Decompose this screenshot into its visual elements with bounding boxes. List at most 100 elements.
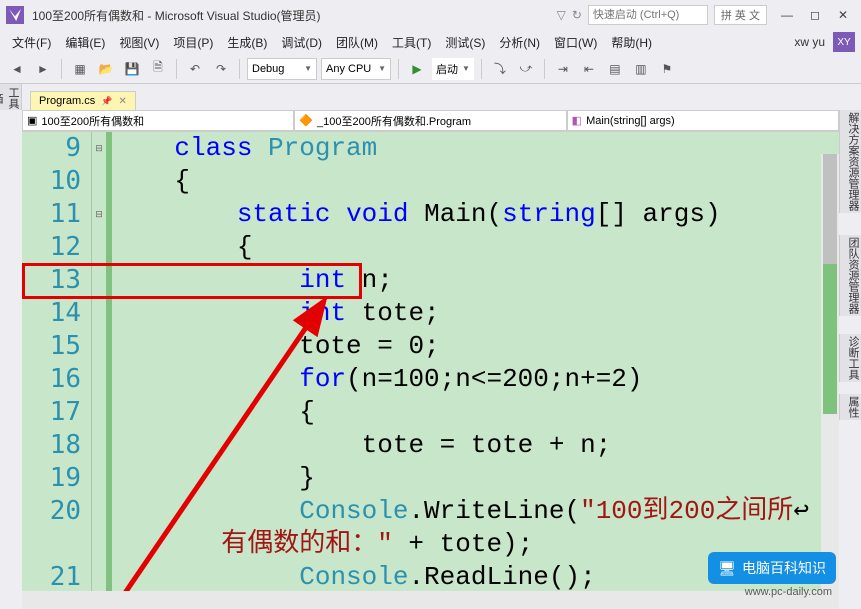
vertical-scrollbar[interactable] xyxy=(821,154,839,591)
config-combo[interactable]: Debug▼ xyxy=(247,58,317,80)
watermark: 🖥电脑百科知识 www.pc-daily.com xyxy=(708,552,836,584)
line-number: 10 xyxy=(22,165,81,198)
nav-member[interactable]: ◧Main(string[] args) xyxy=(567,110,839,131)
tab-title: Program.cs xyxy=(39,95,95,107)
line-number: 11 xyxy=(22,198,81,231)
line-number: 15 xyxy=(22,330,81,363)
code-line[interactable]: Console.WriteLine("100到200之间所↩ xyxy=(112,495,839,528)
close-button[interactable]: ✕ xyxy=(831,5,855,25)
fold-marker[interactable] xyxy=(92,495,106,528)
comment-icon[interactable]: ▤ xyxy=(604,58,626,80)
cloud-icon[interactable]: ▽ xyxy=(557,8,566,22)
line-number: 17 xyxy=(22,396,81,429)
fold-marker[interactable]: ⊟ xyxy=(92,198,106,231)
fold-marker[interactable] xyxy=(92,429,106,462)
refresh-icon[interactable]: ↻ xyxy=(572,8,582,22)
fold-marker[interactable] xyxy=(92,528,106,561)
step-into-icon[interactable]: ⤵ xyxy=(489,58,511,80)
nav-bar: ▣100至200所有偶数和 🔶_100至200所有偶数和.Program ◧Ma… xyxy=(22,110,839,132)
file-tab[interactable]: Program.cs 📌 ✕ xyxy=(30,91,136,110)
menu-item[interactable]: 生成(B) xyxy=(221,32,273,53)
code-line[interactable]: class Program xyxy=(112,132,839,165)
fold-marker[interactable] xyxy=(92,363,106,396)
fold-marker[interactable] xyxy=(92,297,106,330)
right-tool-tab[interactable]: 解决方案资源管理器 xyxy=(839,110,861,213)
platform-combo[interactable]: Any CPU▼ xyxy=(321,58,391,80)
code-line[interactable]: } xyxy=(112,462,839,495)
line-number: 20 xyxy=(22,495,81,528)
window-title: 100至200所有偶数和 - Microsoft Visual Studio(管… xyxy=(32,7,321,24)
titlebar: 100至200所有偶数和 - Microsoft Visual Studio(管… xyxy=(0,0,861,30)
redo-button[interactable]: ↷ xyxy=(210,58,232,80)
menu-item[interactable]: 项目(P) xyxy=(167,32,219,53)
code-line[interactable]: { xyxy=(112,231,839,264)
toolbar: ◄ ► ▦ 📂 💾 🗎 ↶ ↷ Debug▼ Any CPU▼ ▶ 启动▼ ⤵ … xyxy=(0,54,861,84)
horizontal-scrollbar[interactable] xyxy=(22,591,839,609)
tab-strip: 工具箱 Program.cs 📌 ✕ xyxy=(0,84,861,110)
annotation-box xyxy=(22,263,362,299)
quick-launch-input[interactable] xyxy=(588,5,708,25)
start-button[interactable]: 启动▼ xyxy=(432,58,474,80)
menu-item[interactable]: 团队(M) xyxy=(330,32,384,53)
right-tool-tab[interactable]: 属性 xyxy=(839,394,861,420)
indent-icon[interactable]: ⇥ xyxy=(552,58,574,80)
nav-class[interactable]: 🔶_100至200所有偶数和.Program xyxy=(294,110,566,131)
account-name[interactable]: xw yu xyxy=(794,35,825,49)
code-line[interactable]: static void Main(string[] args) xyxy=(112,198,839,231)
account-badge[interactable]: XY xyxy=(833,32,855,52)
fold-marker[interactable]: ⊟ xyxy=(92,132,106,165)
line-number: 16 xyxy=(22,363,81,396)
vs-logo-icon xyxy=(6,6,24,24)
minimize-button[interactable]: — xyxy=(775,5,799,25)
left-toolbox-tab[interactable]: 工具箱 xyxy=(0,84,22,110)
back-button[interactable]: ◄ xyxy=(6,58,28,80)
menu-item[interactable]: 窗口(W) xyxy=(548,32,603,53)
line-number: 18 xyxy=(22,429,81,462)
line-number xyxy=(22,528,81,561)
code-line[interactable]: tote = tote + n; xyxy=(112,429,839,462)
menu-item[interactable]: 帮助(H) xyxy=(605,32,658,53)
monitor-icon: 🖥 xyxy=(718,560,736,577)
start-icon: ▶ xyxy=(406,58,428,80)
menu-item[interactable]: 测试(S) xyxy=(439,32,491,53)
save-all-icon[interactable]: 🗎 xyxy=(147,58,169,80)
bookmark-icon[interactable]: ⚑ xyxy=(656,58,678,80)
fold-marker[interactable] xyxy=(92,396,106,429)
right-tool-tab[interactable]: 诊断工具 xyxy=(839,334,861,382)
fold-marker[interactable] xyxy=(92,165,106,198)
nav-project[interactable]: ▣100至200所有偶数和 xyxy=(22,110,294,131)
uncomment-icon[interactable]: ▥ xyxy=(630,58,652,80)
menu-item[interactable]: 分析(N) xyxy=(493,32,546,53)
menu-item[interactable]: 编辑(E) xyxy=(59,32,111,53)
code-line[interactable]: { xyxy=(112,165,839,198)
forward-button[interactable]: ► xyxy=(32,58,54,80)
new-project-icon[interactable]: ▦ xyxy=(69,58,91,80)
ime-indicator[interactable]: 拼 英 文 xyxy=(714,5,767,25)
line-number: 19 xyxy=(22,462,81,495)
code-line[interactable]: { xyxy=(112,396,839,429)
code-line[interactable]: int tote; xyxy=(112,297,839,330)
fold-marker[interactable] xyxy=(92,561,106,594)
maximize-button[interactable]: ◻ xyxy=(803,5,827,25)
undo-button[interactable]: ↶ xyxy=(184,58,206,80)
fold-marker[interactable] xyxy=(92,330,106,363)
pin-icon[interactable]: 📌 xyxy=(101,96,112,107)
code-line[interactable]: tote = 0; xyxy=(112,330,839,363)
menu-item[interactable]: 文件(F) xyxy=(6,32,57,53)
save-icon[interactable]: 💾 xyxy=(121,58,143,80)
fold-marker[interactable] xyxy=(92,231,106,264)
menubar: 文件(F)编辑(E)视图(V)项目(P)生成(B)调试(D)团队(M)工具(T)… xyxy=(0,30,861,54)
code-editor[interactable]: 910111213141516171819202122 ⊟⊟ class Pro… xyxy=(22,132,839,609)
code-line[interactable]: for(n=100;n<=200;n+=2) xyxy=(112,363,839,396)
tab-close-icon[interactable]: ✕ xyxy=(118,96,126,107)
open-file-icon[interactable]: 📂 xyxy=(95,58,117,80)
menu-item[interactable]: 视图(V) xyxy=(113,32,165,53)
menu-item[interactable]: 调试(D) xyxy=(275,32,328,53)
work-area: ▣100至200所有偶数和 🔶_100至200所有偶数和.Program ◧Ma… xyxy=(0,110,861,609)
line-number: 9 xyxy=(22,132,81,165)
outdent-icon[interactable]: ⇤ xyxy=(578,58,600,80)
menu-item[interactable]: 工具(T) xyxy=(386,32,437,53)
step-over-icon[interactable]: ⤻ xyxy=(515,58,537,80)
fold-marker[interactable] xyxy=(92,462,106,495)
right-tool-tab[interactable]: 团队资源管理器 xyxy=(839,235,861,316)
